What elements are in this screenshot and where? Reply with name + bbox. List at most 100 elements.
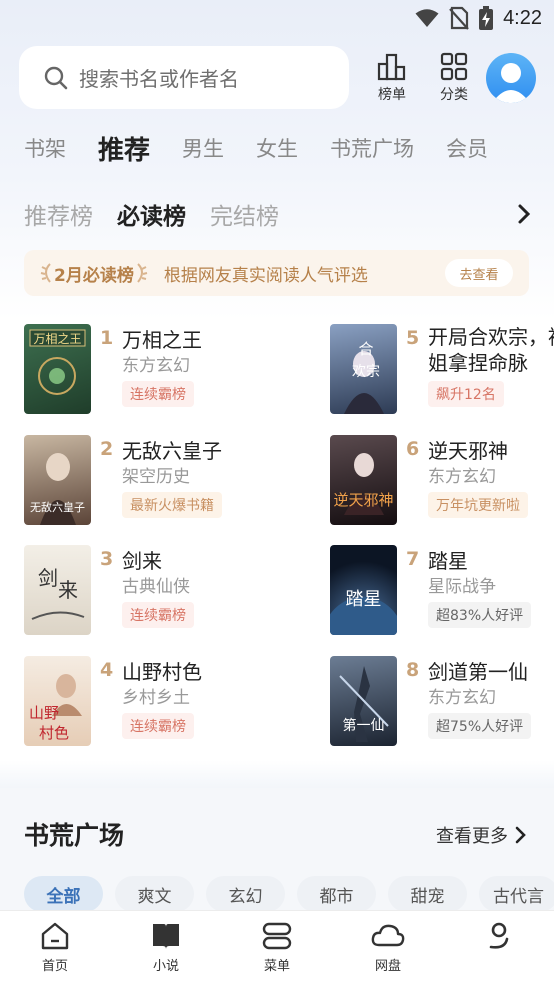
subtab-must-read-list[interactable]: 必读榜 (117, 197, 186, 231)
book-title: 剑来 (122, 549, 162, 573)
chip-ancient-romance[interactable]: 古代言 (479, 876, 554, 912)
svg-text:剑: 剑 (38, 566, 58, 590)
book-cover: 山野 村色 (24, 656, 91, 746)
book-genre: 架空历史 (122, 467, 190, 487)
book-cover: 无敌六皇子 (24, 435, 91, 525)
book-title: 踏星 (428, 549, 468, 573)
book-cover: 合 欢宗 (330, 324, 397, 414)
tab-vip[interactable]: 会员 (446, 133, 488, 163)
book-tag: 超83%人好评 (428, 602, 532, 628)
home-icon (41, 922, 69, 950)
chip-urban[interactable]: 都市 (297, 876, 376, 912)
sub-tabs: 推荐榜 必读榜 完结榜 (24, 196, 303, 232)
book-title: 万相之王 (122, 328, 202, 352)
chip-shuangwen[interactable]: 爽文 (115, 876, 194, 912)
search-input[interactable]: 搜索书名或作者名 (19, 46, 349, 109)
tab-bookshelf[interactable]: 书架 (24, 133, 66, 163)
must-read-banner[interactable]: 2月必读榜 根据网友真实阅读人气评选 去查看 (24, 250, 529, 296)
svg-text:万相之王: 万相之王 (33, 332, 81, 346)
nav-home[interactable]: 首页 (15, 921, 95, 974)
battery-charging-icon (479, 6, 494, 30)
svg-text:无敌六皇子: 无敌六皇子 (30, 500, 85, 514)
book-cover: 踏星 (330, 545, 397, 635)
book-cover-art: 合 欢宗 (344, 340, 384, 414)
subtab-finished-list[interactable]: 完结榜 (210, 197, 279, 231)
nav-profile[interactable] (459, 921, 539, 955)
avatar[interactable] (486, 53, 536, 103)
book-rank: 1 (100, 327, 114, 349)
chip-fantasy[interactable]: 玄幻 (206, 876, 285, 912)
status-icons: 4:22 (415, 6, 542, 30)
status-time: 4:22 (503, 6, 542, 29)
genre-chips: 全部 爽文 玄幻 都市 甜宠 古代言 (24, 876, 554, 912)
tab-male[interactable]: 男生 (182, 133, 224, 163)
book-rank: 5 (406, 327, 420, 349)
nav-home-label: 首页 (41, 959, 68, 974)
chip-all[interactable]: 全部 (24, 876, 103, 912)
book-rank: 2 (100, 438, 114, 460)
tab-book-square[interactable]: 书荒广场 (330, 133, 414, 163)
laurel-left-icon (40, 263, 51, 283)
book-cover-art: 第一仙 (339, 666, 389, 742)
category-button[interactable]: 分类 (438, 52, 470, 104)
chevron-right-icon[interactable] (516, 203, 532, 225)
book-cover-art: 踏星 (330, 589, 397, 635)
svg-text:山野: 山野 (29, 704, 59, 722)
book-item-4[interactable]: 山野 村色 4 山野村色 乡村乡土 连续霸榜 (24, 656, 278, 748)
book-rank: 6 (406, 438, 420, 460)
nav-cloud-disk[interactable]: 网盘 (348, 921, 428, 974)
book-cover-art: 山野 村色 (29, 674, 82, 742)
laurel-right-icon (137, 263, 148, 283)
book-item-7[interactable]: 踏星 7 踏星 星际战争 超83%人好评 (330, 545, 554, 637)
category-label: 分类 (440, 87, 468, 103)
grid-icon (440, 52, 468, 81)
wifi-icon (415, 9, 439, 27)
banner-description: 根据网友真实阅读人气评选 (163, 265, 368, 286)
search-icon (44, 66, 68, 89)
rank-list-label: 榜单 (378, 87, 406, 103)
nav-novel[interactable]: 小说 (126, 921, 206, 974)
search-placeholder: 搜索书名或作者名 (79, 67, 239, 91)
tab-recommend[interactable]: 推荐 (98, 130, 150, 167)
user-icon (492, 63, 530, 103)
book-rank: 3 (100, 548, 114, 570)
book-tag: 飙升12名 (428, 381, 504, 407)
bar-chart-icon (377, 53, 406, 81)
subtab-recommend-list[interactable]: 推荐榜 (24, 197, 93, 231)
book-item-1[interactable]: 万相之王 1 万相之王 东方玄幻 连续霸榜 (24, 324, 278, 416)
book-title: 开局合欢宗，被 姐拿捏命脉 (428, 324, 554, 376)
rank-list-button[interactable]: 榜单 (376, 52, 408, 104)
tab-female[interactable]: 女生 (256, 133, 298, 163)
book-rank: 8 (406, 659, 420, 681)
book-item-5[interactable]: 合 欢宗 5 开局合欢宗，被 姐拿捏命脉 飙升12名 (330, 324, 554, 416)
book-genre: 东方玄幻 (122, 356, 190, 376)
banner-view-button[interactable]: 去查看 (445, 259, 513, 287)
book-tag: 连续霸榜 (122, 381, 194, 407)
book-cover-art: 逆天邪神 (333, 453, 394, 515)
section-divider (0, 760, 554, 788)
book-tag: 万年坑更新啦 (428, 492, 528, 518)
see-more-label: 查看更多 (436, 826, 508, 847)
nav-menu[interactable]: 菜单 (237, 921, 317, 974)
see-more-link[interactable]: 查看更多 (436, 822, 526, 848)
chip-sweet[interactable]: 甜宠 (388, 876, 467, 912)
book-genre: 乡村乡土 (122, 688, 190, 708)
svg-text:来: 来 (58, 578, 78, 602)
cloud-icon (371, 924, 405, 947)
no-sim-icon (449, 6, 469, 30)
book-cover-art: 万相之王 (29, 329, 86, 395)
book-tag: 连续霸榜 (122, 602, 194, 628)
book-title: 逆天邪神 (428, 439, 508, 463)
book-genre: 东方玄幻 (428, 467, 496, 487)
book-item-3[interactable]: 剑 来 3 剑来 古典仙侠 连续霸榜 (24, 545, 278, 637)
chevron-right-icon (515, 826, 526, 844)
book-tag: 最新火爆书籍 (122, 492, 222, 518)
book-item-6[interactable]: 逆天邪神 6 逆天邪神 东方玄幻 万年坑更新啦 (330, 435, 554, 527)
svg-text:欢宗: 欢宗 (352, 364, 380, 380)
book-item-2[interactable]: 无敌六皇子 2 无敌六皇子 架空历史 最新火爆书籍 (24, 435, 278, 527)
book-cover-art: 剑 来 (31, 566, 85, 620)
menu-icon (262, 922, 292, 950)
banner-badge: 2月必读榜 (40, 261, 148, 286)
book-item-8[interactable]: 第一仙 8 剑道第一仙 东方玄幻 超75%人好评 (330, 656, 554, 748)
svg-text:第一仙: 第一仙 (343, 717, 385, 734)
